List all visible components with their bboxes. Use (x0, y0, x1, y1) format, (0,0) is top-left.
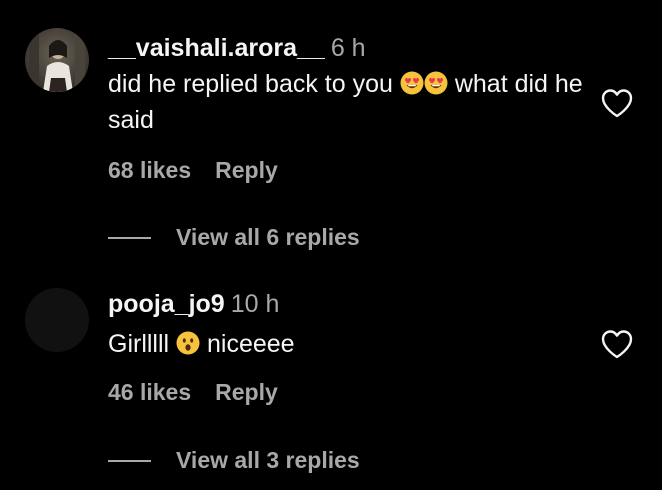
comment-timestamp: 10 h (230, 290, 280, 318)
avatar-photo (25, 28, 89, 92)
comment-meta: 68 likes Reply (108, 157, 278, 184)
reply-button[interactable]: Reply (215, 379, 278, 405)
heart-eyes-emoji (424, 71, 448, 95)
view-replies-button[interactable]: View all 6 replies (108, 224, 360, 251)
heart-eyes-emoji (400, 71, 424, 95)
surprised-face-emoji (176, 331, 200, 355)
likes-count[interactable]: 68 likes (108, 157, 191, 183)
avatar[interactable] (25, 28, 89, 92)
comment-timestamp: 6 h (330, 34, 366, 62)
reply-button[interactable]: Reply (215, 157, 278, 183)
view-replies-label: View all 3 replies (176, 447, 360, 473)
comment-item: pooja_jo9 10 h Girlllll niceeee 46 likes R… (0, 270, 662, 490)
username[interactable]: __vaishali.arora__ (108, 34, 325, 62)
comment-text-part: niceeee (207, 330, 295, 358)
replies-divider-line (108, 459, 151, 462)
comment-text: Girlllll niceeee (108, 326, 548, 362)
comment-header: pooja_jo9 10 h (108, 289, 279, 319)
replies-divider-line (108, 236, 151, 239)
view-replies-label: View all 6 replies (176, 224, 360, 250)
comment-meta: 46 likes Reply (108, 379, 278, 406)
comment-text: did he replied back to you what did he s… (108, 66, 588, 138)
avatar[interactable] (25, 288, 89, 352)
view-replies-button[interactable]: View all 3 replies (108, 447, 360, 474)
comment-item: __vaishali.arora__ 6 h did he replied bac… (0, 0, 662, 270)
comment-header: __vaishali.arora__ 6 h (108, 33, 366, 63)
username[interactable]: pooja_jo9 (108, 290, 225, 318)
heart-outline-icon[interactable] (600, 87, 634, 119)
heart-outline-icon[interactable] (600, 328, 634, 360)
comment-text-part: did he replied back to you (108, 70, 393, 98)
comment-text-part: Girlllll (108, 330, 170, 358)
likes-count[interactable]: 46 likes (108, 379, 191, 405)
